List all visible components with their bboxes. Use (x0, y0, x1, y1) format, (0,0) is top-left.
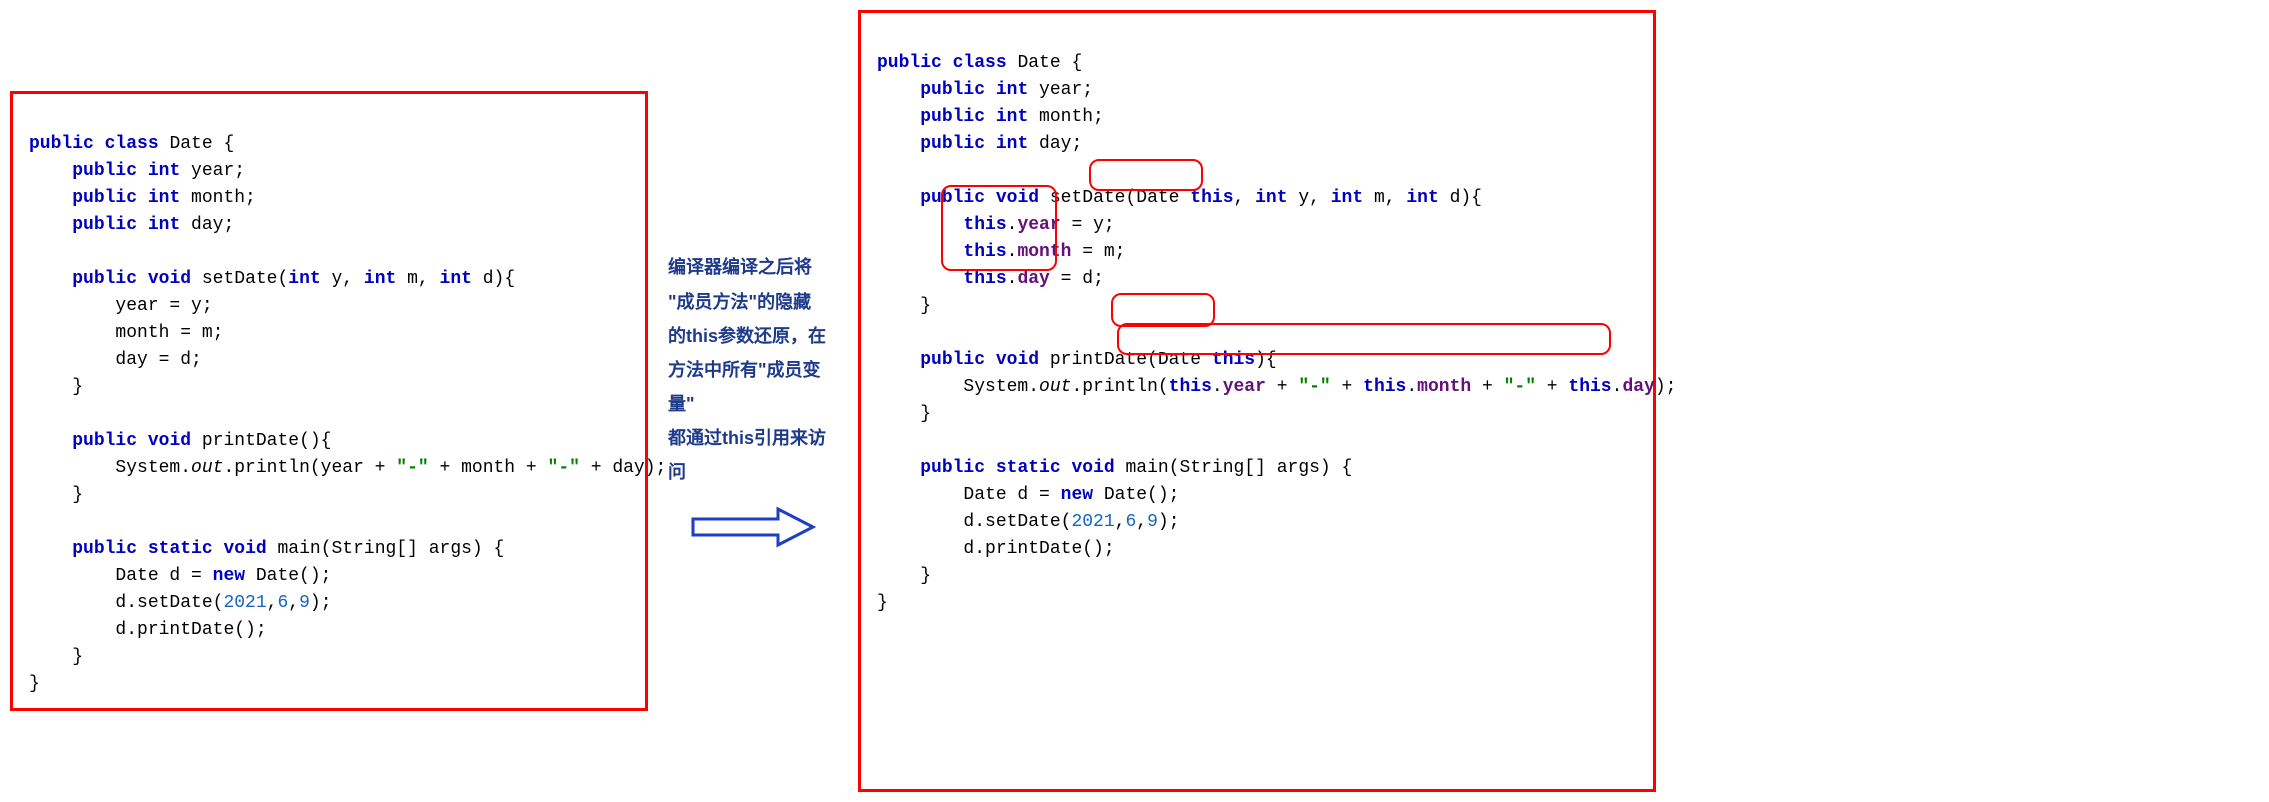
code-line: Date d = new Date(); (29, 566, 331, 586)
code-line: public void setDate(int y, int m, int d)… (29, 269, 515, 289)
code-line: } (29, 377, 83, 397)
code-line: public void printDate(Date this){ (877, 350, 1277, 370)
code-line: this.month = m; (877, 242, 1125, 262)
code-line: day = d; (29, 350, 202, 370)
arrow-icon (688, 502, 818, 552)
right-code-panel: public class Date { public int year; pub… (858, 10, 1656, 792)
code-line: d.printDate(); (877, 539, 1115, 559)
left-code-panel: public class Date { public int year; pub… (10, 91, 648, 711)
code-line: } (29, 485, 83, 505)
code-line: d.setDate(2021,6,9); (29, 593, 332, 613)
code-line: public int month; (29, 188, 256, 208)
code-line: public void printDate(){ (29, 431, 332, 451)
code-line: public int day; (29, 215, 234, 235)
code-line: } (877, 566, 931, 586)
code-line: public static void main(String[] args) { (877, 458, 1352, 478)
code-line: } (877, 296, 931, 316)
code-line: } (877, 404, 931, 424)
code-line: public int year; (29, 161, 245, 181)
code-line: Date d = new Date(); (877, 485, 1179, 505)
code-line: System.out.println(year + "-" + month + … (29, 458, 666, 478)
middle-panel: 编译器编译之后将 "成员方法"的隐藏 的this参数还原，在 方法中所有"成员变… (668, 250, 838, 551)
code-line: public void setDate(Date this, int y, in… (877, 188, 1482, 208)
code-line: public static void main(String[] args) { (29, 539, 504, 559)
code-line: } (29, 647, 83, 667)
explanation-text: 编译器编译之后将 "成员方法"的隐藏 的this参数还原，在 方法中所有"成员变… (668, 250, 838, 489)
code-line: month = m; (29, 323, 223, 343)
code-line: } (877, 593, 888, 613)
code-line: d.printDate(); (29, 620, 267, 640)
code-line: d.setDate(2021,6,9); (877, 512, 1180, 532)
code-line: public int day; (877, 134, 1082, 154)
code-line: } (29, 674, 40, 694)
code-line: this.day = d; (877, 269, 1104, 289)
code-line: public class Date { (29, 134, 234, 154)
code-line: public int month; (877, 107, 1104, 127)
code-line: public class Date { (877, 53, 1082, 73)
code-line: public int year; (877, 80, 1093, 100)
highlight-date-this-param (1089, 159, 1203, 191)
code-line: year = y; (29, 296, 213, 316)
code-line: System.out.println(this.year + "-" + thi… (877, 377, 1676, 397)
code-line: this.year = y; (877, 215, 1115, 235)
highlight-printdate-param (1111, 293, 1215, 327)
